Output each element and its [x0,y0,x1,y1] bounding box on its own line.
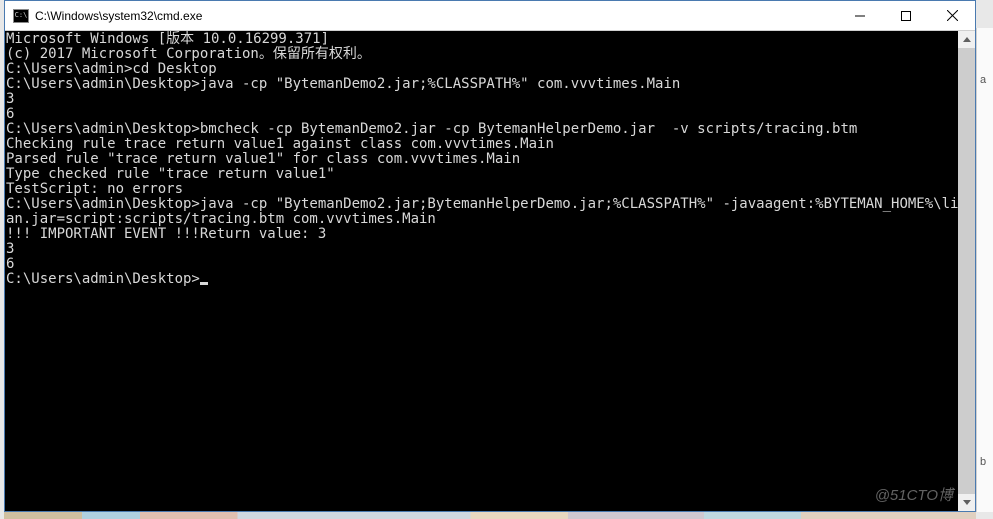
terminal-line: !!! IMPORTANT EVENT !!!Return value: 3 [6,227,958,242]
terminal-line: an.jar=script:scripts/tracing.btm com.vv… [6,212,958,227]
terminal-line: 6 [6,107,958,122]
terminal-line: C:\Users\admin\Desktop> [6,272,958,287]
vertical-scrollbar[interactable] [958,31,975,511]
cmd-icon: C:\ [13,9,29,23]
titlebar[interactable]: C:\ C:\Windows\system32\cmd.exe [5,1,975,31]
terminal-line: 3 [6,92,958,107]
window-controls [837,1,975,30]
cmd-window: C:\ C:\Windows\system32\cmd.exe Microsof… [4,0,976,512]
terminal-line: 3 [6,242,958,257]
bg-letter: a [980,74,986,86]
terminal-line: Type checked rule "trace return value1" [6,167,958,182]
scroll-down-button[interactable] [958,494,975,511]
scroll-up-button[interactable] [958,31,975,48]
maximize-button[interactable] [883,1,929,30]
bg-letter: b [980,456,986,468]
terminal-line: Checking rule trace return value1 agains… [6,137,958,152]
cursor [200,282,208,285]
scroll-track[interactable] [958,48,975,494]
close-button[interactable] [929,1,975,30]
window-title: C:\Windows\system32\cmd.exe [35,9,837,23]
terminal-output[interactable]: Microsoft Windows [版本 10.0.16299.371](c)… [5,31,958,511]
terminal-line: Parsed rule "trace return value1" for cl… [6,152,958,167]
terminal-line: C:\Users\admin>cd Desktop [6,62,958,77]
terminal-line: Microsoft Windows [版本 10.0.16299.371] [6,32,958,47]
terminal-line: (c) 2017 Microsoft Corporation。保留所有权利。 [6,47,958,62]
terminal-line: C:\Users\admin\Desktop>java -cp "Byteman… [6,197,958,212]
taskbar-strip [4,512,976,519]
terminal-area: Microsoft Windows [版本 10.0.16299.371](c)… [5,31,975,511]
minimize-button[interactable] [837,1,883,30]
background-panel: a b [976,28,993,512]
terminal-line: C:\Users\admin\Desktop>java -cp "Byteman… [6,77,958,92]
terminal-line: C:\Users\admin\Desktop>bmcheck -cp Bytem… [6,122,958,137]
terminal-line: TestScript: no errors [6,182,958,197]
scroll-thumb[interactable] [958,48,975,494]
terminal-line: 6 [6,257,958,272]
